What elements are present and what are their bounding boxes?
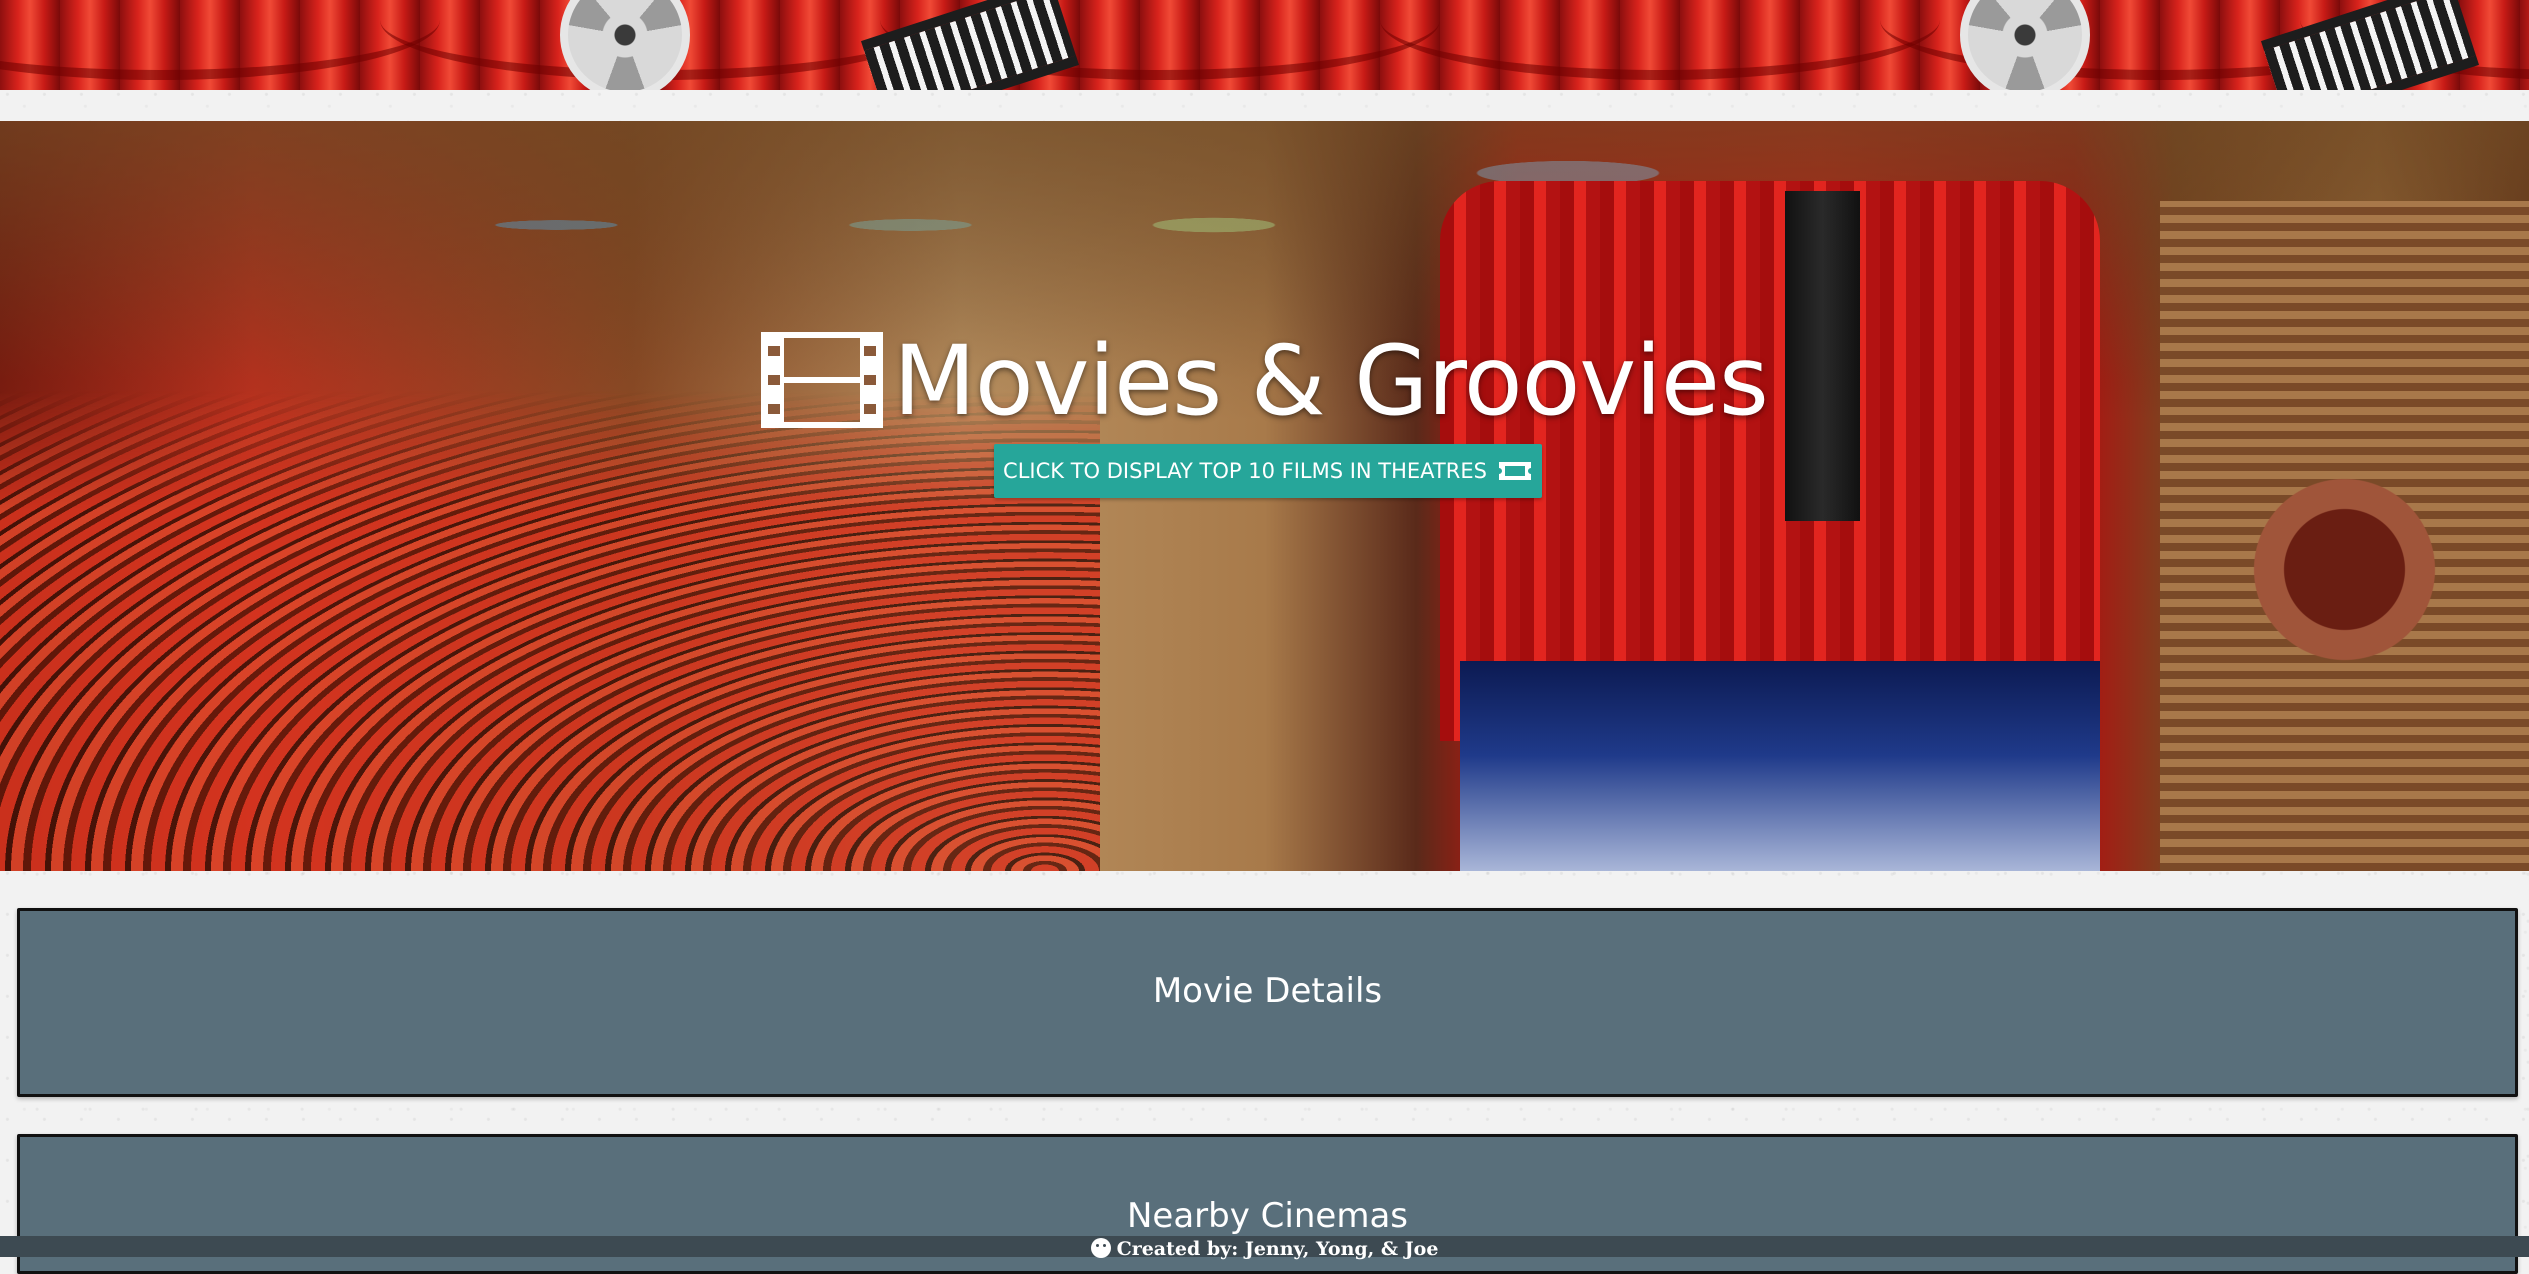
film-reel-icon [1960, 0, 2090, 90]
top-10-films-button[interactable]: CLICK TO DISPLAY TOP 10 FILMS IN THEATRE… [994, 444, 1542, 498]
film-reel-icon [560, 0, 690, 90]
site-title-text: Movies & Groovies [893, 325, 1769, 438]
curtain-banner [0, 0, 2529, 90]
film-icon [761, 331, 884, 428]
movie-details-panel: Movie Details [17, 908, 2518, 1097]
top-10-films-button-label: CLICK TO DISPLAY TOP 10 FILMS IN THEATRE… [1003, 459, 1487, 483]
site-title: Movies & Groovies [0, 326, 2529, 436]
smile-icon [1090, 1238, 1111, 1258]
ticket-icon [1498, 462, 1531, 480]
movie-details-heading: Movie Details [1152, 971, 1383, 1011]
nearby-cinemas-heading: Nearby Cinemas [1127, 1196, 1408, 1236]
